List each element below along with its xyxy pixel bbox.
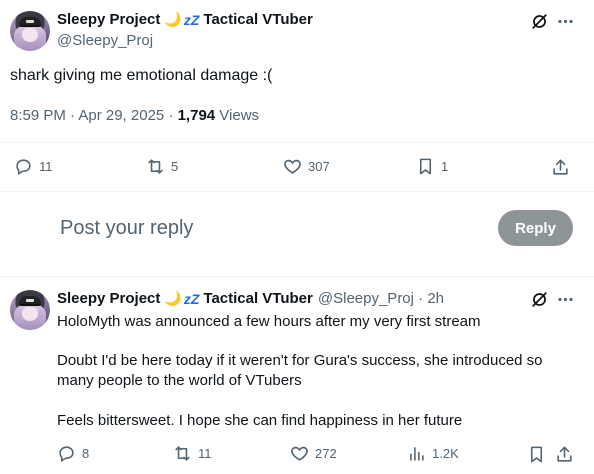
avatar[interactable]: [10, 11, 50, 51]
display-name[interactable]: Sleepy Project: [57, 290, 160, 307]
views-icon: [410, 447, 424, 461]
divider: [0, 191, 594, 192]
grok-icon[interactable]: [528, 288, 550, 310]
more-icon[interactable]: [554, 288, 576, 310]
reply-action[interactable]: 8: [57, 444, 89, 463]
reply-icon: [16, 159, 31, 176]
retweet-icon: [148, 159, 163, 174]
divider: [0, 276, 594, 277]
reply-action[interactable]: 11: [14, 157, 53, 176]
reply-button[interactable]: Reply: [498, 210, 573, 246]
like-action[interactable]: 307: [283, 157, 330, 176]
avatar[interactable]: [10, 290, 50, 330]
timestamp[interactable]: 8:59 PM · Apr 29, 2025 ·: [10, 107, 178, 124]
like-icon: [284, 159, 301, 174]
retweet-count: 11: [198, 446, 212, 461]
retweet-action[interactable]: 5: [146, 157, 178, 176]
display-name[interactable]: Sleepy Project: [57, 11, 160, 28]
retweet-count: 5: [171, 159, 179, 174]
handle[interactable]: @Sleepy_Proj: [57, 32, 153, 49]
reply-input[interactable]: Post your reply: [60, 217, 193, 240]
author-name-line[interactable]: Sleepy Project 🌙 zZ Tactical VTuber: [57, 11, 313, 28]
views-action[interactable]: 1.2K: [407, 444, 459, 463]
like-action[interactable]: 272: [290, 444, 337, 463]
handle-line: @Sleepy_Proj: [57, 32, 153, 49]
reply-text-paragraph: Feels bittersweet. I hope she can find h…: [57, 412, 463, 429]
zz-emoji: zZ: [183, 290, 200, 307]
divider: [0, 142, 594, 143]
views-label: Views: [215, 107, 260, 124]
like-icon: [291, 446, 308, 461]
display-name-suffix[interactable]: Tactical VTuber: [203, 290, 312, 307]
author-name-line[interactable]: Sleepy Project 🌙 zZ Tactical VTuber @Sle…: [57, 290, 444, 307]
reply-icon: [59, 446, 74, 463]
bookmark-icon: [419, 158, 432, 175]
display-name-suffix[interactable]: Tactical VTuber: [203, 11, 312, 28]
bookmark-icon[interactable]: [526, 444, 546, 464]
like-count: 272: [315, 446, 337, 461]
more-icon[interactable]: [554, 10, 576, 32]
tweet-meta: 8:59 PM · Apr 29, 2025 · 1,794 Views: [10, 107, 259, 124]
reply-count: 8: [82, 446, 90, 461]
moon-emoji: 🌙: [164, 290, 182, 306]
retweet-action[interactable]: 11: [173, 444, 212, 463]
moon-emoji: 🌙: [164, 11, 182, 27]
reply-text-paragraph: Doubt I'd be here today if it weren't fo…: [57, 352, 543, 389]
tweet-text: shark giving me emotional damage :(: [10, 67, 273, 84]
bookmark-action[interactable]: 1: [416, 157, 448, 176]
retweet-icon: [175, 446, 190, 461]
views-count: 1,794: [177, 107, 216, 124]
reply-text-paragraph: HoloMyth was announced a few hours after…: [57, 313, 481, 330]
like-count: 307: [308, 159, 330, 174]
handle-time[interactable]: @Sleepy_Proj · 2h: [318, 290, 444, 307]
bookmark-count: 1: [441, 159, 449, 174]
reply-count: 11: [39, 159, 53, 174]
share-icon[interactable]: [554, 444, 574, 464]
zz-emoji: zZ: [183, 11, 200, 28]
share-icon[interactable]: [550, 157, 570, 177]
grok-icon[interactable]: [528, 10, 550, 32]
views-count: 1.2K: [432, 446, 459, 461]
